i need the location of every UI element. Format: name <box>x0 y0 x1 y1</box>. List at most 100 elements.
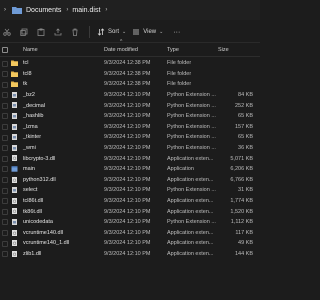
row-checkbox[interactable] <box>2 198 8 205</box>
select-all-checkbox[interactable] <box>0 47 10 53</box>
file-name[interactable]: vcruntime140_1.dll <box>23 240 69 246</box>
file-row[interactable]: unicodedata 9/3/2024 12:10 PM Python Exten… <box>0 217 260 228</box>
address-bar: › Documents › main.dist › <box>0 0 260 20</box>
dll-file-icon <box>12 197 17 204</box>
file-row[interactable]: _decimal 9/3/2024 12:10 PM Python Extensio… <box>0 100 260 111</box>
file-type: Application <box>167 166 194 173</box>
more-options-button[interactable]: ··· <box>170 24 183 40</box>
file-name[interactable]: _tkinter <box>23 134 41 140</box>
row-checkbox[interactable] <box>2 71 8 78</box>
row-checkbox[interactable] <box>2 166 8 173</box>
folder-icon <box>11 60 18 66</box>
file-name[interactable]: vcruntime140.dll <box>23 230 63 236</box>
file-name[interactable]: python312.dll <box>23 177 56 183</box>
file-name[interactable]: tk <box>23 81 27 87</box>
row-checkbox[interactable] <box>2 251 8 258</box>
file-row[interactable]: libcrypto-3.dll 9/3/2024 12:10 PM Applicat… <box>0 153 260 164</box>
row-checkbox[interactable] <box>2 230 8 236</box>
file-name[interactable]: _hashlib <box>23 113 44 119</box>
row-checkbox[interactable] <box>2 155 8 162</box>
file-date-modified: 9/3/2024 12:10 PM <box>104 187 151 194</box>
row-checkbox[interactable] <box>2 177 8 184</box>
breadcrumb-main-dist[interactable]: main.dist <box>72 7 100 14</box>
row-checkbox[interactable] <box>2 145 8 152</box>
file-size: 117 KB <box>235 229 253 236</box>
pyd-file-icon <box>12 102 17 109</box>
sort-button[interactable]: Sort ⌄ <box>94 24 129 40</box>
file-name[interactable]: _decimal <box>23 103 45 109</box>
file-date-modified: 9/3/2024 12:10 PM <box>104 219 151 226</box>
file-name[interactable]: unicodedata <box>23 219 53 225</box>
column-date-modified[interactable]: Date modified <box>104 47 138 53</box>
share-button[interactable] <box>51 24 68 40</box>
file-date-modified: 9/3/2024 12:10 PM <box>104 176 151 183</box>
file-date-modified: 9/3/2024 12:10 PM <box>104 229 151 236</box>
file-row[interactable]: _tkinter 9/3/2024 12:10 PM Python Extensio… <box>0 132 260 143</box>
file-row[interactable]: vcruntime140_1.dll 9/3/2024 12:10 PM Appli… <box>0 238 260 249</box>
file-row[interactable]: vcruntime140.dll 9/3/2024 12:10 PM Applica… <box>0 228 260 239</box>
row-checkbox[interactable] <box>2 92 8 99</box>
file-name[interactable]: _wmi <box>23 145 36 151</box>
file-row[interactable]: _wmi 9/3/2024 12:10 PM Python Extension ..… <box>0 143 260 154</box>
file-row[interactable]: tcl8 9/3/2024 12:38 PM File folder <box>0 69 260 80</box>
file-row[interactable]: tcl86t.dll 9/3/2024 12:10 PM Application e… <box>0 196 260 207</box>
file-type: File folder <box>167 60 192 67</box>
file-name[interactable]: tcl <box>23 60 29 66</box>
file-name[interactable]: select <box>23 187 37 193</box>
file-row[interactable]: _hashlib 9/3/2024 12:10 PM Python Extensio… <box>0 111 260 122</box>
share-icon <box>54 28 62 36</box>
paste-button[interactable] <box>34 24 51 40</box>
row-checkbox[interactable] <box>2 102 8 109</box>
file-row[interactable]: main 9/3/2024 12:10 PM Application 6,206 KB <box>0 164 260 175</box>
file-row[interactable]: _bz2 9/3/2024 12:10 PM Python Extension ..… <box>0 90 260 101</box>
file-row[interactable]: tk86t.dll 9/3/2024 12:10 PM Application ex… <box>0 206 260 217</box>
file-name[interactable]: tcl86t.dll <box>23 198 43 204</box>
file-row[interactable]: select 9/3/2024 12:10 PM Python Extension … <box>0 185 260 196</box>
file-date-modified: 9/3/2024 12:10 PM <box>104 240 151 247</box>
file-row[interactable]: python312.dll 9/3/2024 12:10 PM Applicatio… <box>0 175 260 186</box>
row-checkbox[interactable] <box>2 240 8 247</box>
file-date-modified: 9/3/2024 12:10 PM <box>104 155 151 162</box>
column-size[interactable]: Size <box>218 47 229 53</box>
row-checkbox[interactable] <box>2 219 8 226</box>
file-type: Application exten... <box>167 229 214 236</box>
column-type[interactable]: Type <box>167 47 179 53</box>
file-row[interactable]: tcl 9/3/2024 12:38 PM File folder <box>0 58 260 69</box>
copy-button[interactable] <box>17 24 34 40</box>
file-name[interactable]: _lzma <box>23 124 38 130</box>
breadcrumb-documents[interactable]: Documents <box>26 7 61 14</box>
row-checkbox[interactable] <box>2 208 8 215</box>
view-button[interactable]: View ⌄ <box>129 24 166 40</box>
file-row[interactable]: tk 9/3/2024 12:38 PM File folder <box>0 79 260 90</box>
row-checkbox[interactable] <box>2 60 8 67</box>
file-name[interactable]: zlib1.dll <box>23 251 41 257</box>
file-name[interactable]: libcrypto-3.dll <box>23 156 55 162</box>
file-type: Python Extension ... <box>167 102 216 109</box>
breadcrumb-dropdown-chevron-icon[interactable]: › <box>105 7 107 13</box>
folder-icon <box>11 71 18 77</box>
breadcrumb-root-chevron-icon[interactable]: › <box>2 7 8 13</box>
file-list: tcl 9/3/2024 12:38 PM File folder tcl8 9/3/2… <box>0 58 260 259</box>
file-type: Application exten... <box>167 240 214 247</box>
file-size: 36 KB <box>238 145 253 152</box>
file-row[interactable]: zlib1.dll 9/3/2024 12:10 PM Application ex… <box>0 249 260 260</box>
column-name[interactable]: Name <box>23 47 38 53</box>
copy-icon <box>20 28 28 36</box>
row-checkbox[interactable] <box>2 124 8 131</box>
file-name[interactable]: main <box>23 166 35 172</box>
file-name[interactable]: tk86t.dll <box>23 209 42 215</box>
row-checkbox[interactable] <box>2 81 8 88</box>
row-checkbox[interactable] <box>2 113 8 120</box>
file-name[interactable]: _bz2 <box>23 92 35 98</box>
file-type: Python Extension ... <box>167 123 216 130</box>
pyd-file-icon <box>12 112 17 119</box>
pyd-file-icon <box>12 144 17 151</box>
file-name[interactable]: tcl8 <box>23 71 32 77</box>
dll-file-icon <box>12 229 17 236</box>
delete-button[interactable] <box>68 24 85 40</box>
file-row[interactable]: _lzma 9/3/2024 12:10 PM Python Extension .… <box>0 122 260 133</box>
row-checkbox[interactable] <box>2 187 8 194</box>
cut-button[interactable] <box>0 24 17 40</box>
row-checkbox[interactable] <box>2 134 8 141</box>
file-size: 1,774 KB <box>230 198 253 205</box>
